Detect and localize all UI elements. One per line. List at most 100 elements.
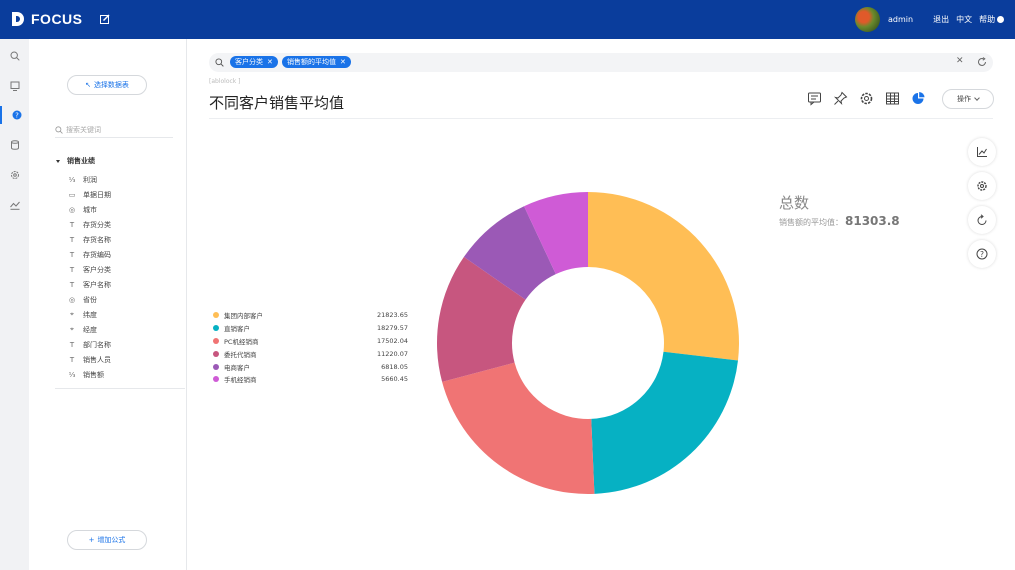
- field-item[interactable]: T 部门名称: [67, 337, 111, 352]
- field-item[interactable]: ▭ 单据日期: [67, 187, 111, 202]
- gear-icon[interactable]: [859, 91, 874, 106]
- legend-value: 18279.57: [376, 324, 408, 333]
- field-search-input[interactable]: 搜索关键词: [55, 123, 173, 138]
- chart-settings-button[interactable]: [968, 172, 996, 200]
- pin-icon[interactable]: [833, 91, 848, 106]
- legend-label: 集团内部客户: [224, 312, 263, 321]
- measure-icon: ⅓: [68, 175, 76, 184]
- page-title: 不同客户销售平均值: [209, 94, 345, 112]
- refresh-icon[interactable]: [977, 57, 987, 67]
- refresh-icon: [977, 214, 987, 225]
- logout-link[interactable]: 退出: [933, 14, 949, 25]
- rail-data[interactable]: [0, 136, 29, 154]
- field-label: 利润: [83, 175, 97, 184]
- avatar[interactable]: [855, 7, 880, 32]
- search-tag[interactable]: 客户分类 ✕: [230, 56, 278, 68]
- svg-text:?: ?: [980, 250, 984, 259]
- donut-slice[interactable]: [588, 192, 739, 361]
- chart-legend: 集团内部客户 21823.65 直销客户 18279.57 PC机经销商 17502.04…: [213, 309, 408, 386]
- field-label: 单据日期: [83, 190, 111, 199]
- search-bar[interactable]: 客户分类 ✕ 销售额的平均值 ✕ ✕: [209, 53, 993, 72]
- legend-label: 电商客户: [224, 363, 250, 372]
- divider: [209, 118, 993, 119]
- field-list: ⅓ 利润 ▭ 单据日期 ◎ 城市 T 存货分类 T 存货名称 T 存货编码 T 客户分类 T客…: [67, 172, 111, 382]
- legend-swatch: [213, 312, 219, 319]
- add-formula-button[interactable]: + 增加公式: [67, 530, 147, 550]
- legend-item[interactable]: PC机经销商 17502.04: [213, 335, 408, 348]
- comment-icon[interactable]: [807, 91, 822, 106]
- search-tag[interactable]: 销售额的平均值 ✕: [282, 56, 351, 68]
- axis-settings-button[interactable]: [968, 138, 996, 166]
- data-panel: ↖ 选择数据表 搜索关键词 销售业绩 ⅓ 利润 ▭ 单据日期 ◎ 城市 T 存货分类 T…: [29, 39, 187, 570]
- rail-settings[interactable]: [0, 166, 29, 184]
- search-icon: [9, 51, 20, 61]
- field-label: 省份: [83, 295, 97, 304]
- legend-item[interactable]: 手机经销商 5660.45: [213, 373, 408, 386]
- legend-item[interactable]: 电商客户 6818.05: [213, 360, 408, 373]
- divider: [55, 388, 185, 389]
- field-item[interactable]: T 存货分类: [67, 217, 111, 232]
- legend-item[interactable]: 直销客户 18279.57: [213, 322, 408, 335]
- help-link[interactable]: 帮助: [979, 14, 1005, 25]
- breadcrumb: [ablolock ]: [209, 78, 241, 85]
- field-item[interactable]: ⅓ 利润: [67, 172, 111, 187]
- pie-chart-icon[interactable]: [911, 91, 926, 106]
- legend-label: 直销客户: [224, 325, 250, 334]
- search-tag-label: 销售额的平均值: [287, 58, 336, 66]
- close-icon[interactable]: ✕: [267, 58, 273, 66]
- field-item[interactable]: T 客户名称: [67, 277, 111, 292]
- edit-icon[interactable]: [100, 14, 110, 24]
- reset-button[interactable]: [968, 206, 996, 234]
- text-attribute-icon: T: [69, 220, 75, 229]
- search-icon: [215, 58, 224, 67]
- axis-chart-icon: [977, 147, 987, 157]
- legend-value: 17502.04: [376, 336, 408, 345]
- field-item[interactable]: ⌖ 纬度: [67, 307, 111, 322]
- legend-item[interactable]: 委托代销商 11220.07: [213, 347, 408, 360]
- field-item[interactable]: T 销售人员: [67, 352, 111, 367]
- operate-button[interactable]: 操作: [942, 89, 994, 109]
- logo[interactable]: FOCUS: [10, 11, 83, 27]
- donut-slice[interactable]: [442, 362, 595, 494]
- kpi-value: 81303.8: [845, 214, 900, 228]
- text-attribute-icon: T: [69, 235, 75, 244]
- username[interactable]: admin: [888, 15, 913, 24]
- icon-rail: ?: [0, 39, 30, 570]
- field-label: 纬度: [83, 310, 97, 319]
- legend-value: 21823.65: [376, 311, 408, 320]
- kpi-title: 总数: [779, 194, 810, 212]
- legend-item[interactable]: 集团内部客户 21823.65: [213, 309, 408, 322]
- field-label: 存货名称: [83, 235, 111, 244]
- help-button[interactable]: ?: [968, 240, 996, 268]
- logo-text: FOCUS: [31, 11, 83, 27]
- kpi-label: 销售额的平均值：: [779, 218, 843, 227]
- rail-trend[interactable]: [0, 196, 29, 214]
- coordinate-icon: ⌖: [70, 310, 74, 318]
- close-icon[interactable]: ✕: [340, 58, 346, 66]
- field-label: 城市: [83, 205, 97, 214]
- field-item[interactable]: T 客户分类: [67, 262, 111, 277]
- table-icon[interactable]: [885, 91, 900, 106]
- legend-swatch: [213, 376, 219, 383]
- field-item[interactable]: ⅓ 销售额: [67, 367, 111, 382]
- rail-search[interactable]: [0, 47, 29, 65]
- donut-slice[interactable]: [591, 351, 738, 494]
- gear-icon: [977, 181, 987, 191]
- field-item[interactable]: ◎ 城市: [67, 202, 111, 217]
- rail-help[interactable]: ?: [0, 106, 31, 124]
- add-formula-label: 增加公式: [97, 536, 126, 544]
- clear-search-icon[interactable]: ✕: [956, 56, 964, 66]
- text-attribute-icon: T: [69, 355, 75, 364]
- field-label: 部门名称: [83, 340, 111, 349]
- select-table-button[interactable]: ↖ 选择数据表: [67, 75, 147, 95]
- field-item[interactable]: ◎ 省份: [67, 292, 111, 307]
- text-attribute-icon: T: [69, 280, 75, 289]
- tree-root[interactable]: 销售业绩: [56, 156, 95, 166]
- rail-board[interactable]: [0, 77, 29, 95]
- legend-swatch: [213, 337, 219, 344]
- field-item[interactable]: ⌖ 经度: [67, 322, 111, 337]
- language-link[interactable]: 中文: [956, 14, 972, 25]
- field-item[interactable]: T 存货名称: [67, 232, 111, 247]
- field-item[interactable]: T 存货编码: [67, 247, 111, 262]
- legend-swatch: [213, 350, 219, 357]
